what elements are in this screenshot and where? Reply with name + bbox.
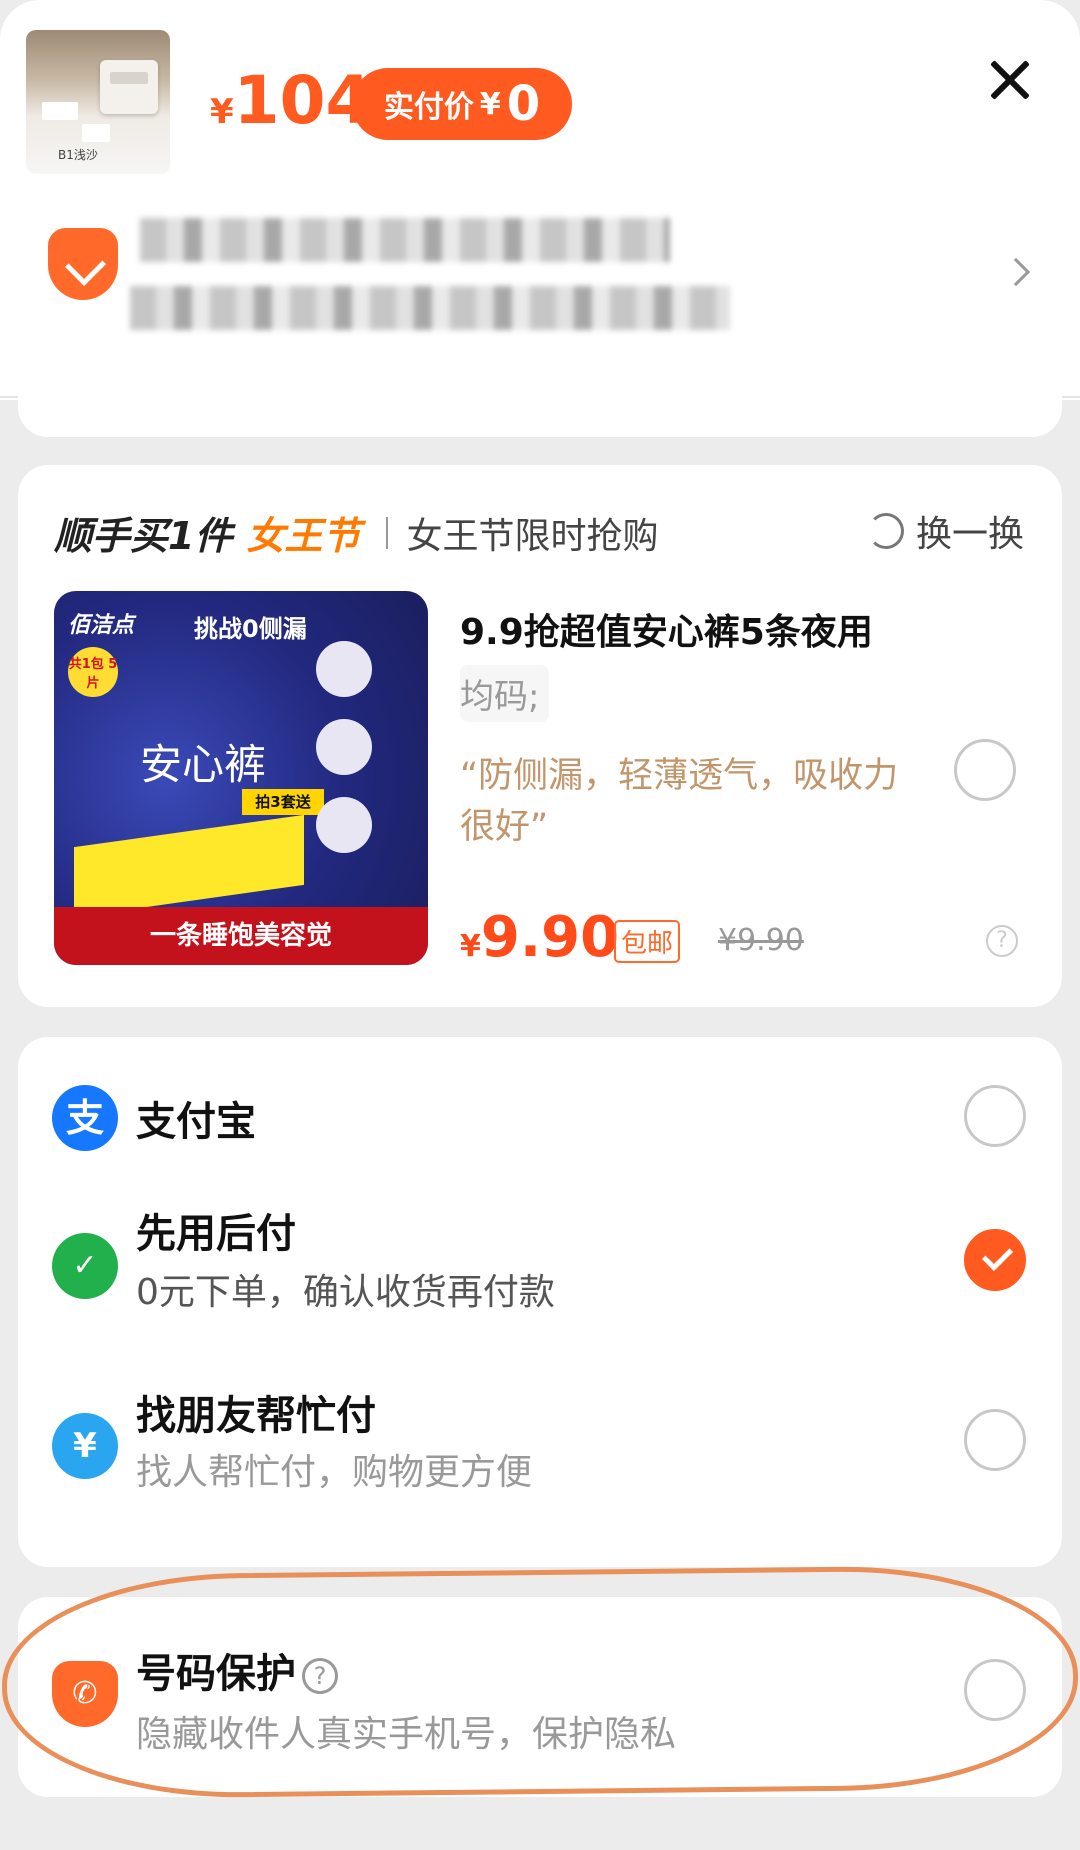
product-title[interactable]: 9.9抢超值安心裤5条夜用 xyxy=(460,603,873,655)
image-brand: 佰洁点 xyxy=(68,613,135,638)
free-shipping-badge: 包邮 xyxy=(614,920,681,963)
thumb-card xyxy=(42,102,78,120)
yuan-hand-icon: ¥ xyxy=(52,1413,118,1479)
price-currency: ¥ xyxy=(210,92,234,132)
product-price: ¥104 xyxy=(210,68,371,134)
printer-image xyxy=(100,60,158,114)
actual-pay-value: 0 xyxy=(506,76,541,132)
image-headline: 挑战0侧漏 xyxy=(194,615,307,643)
product-image[interactable]: 佰洁点 挑战0侧漏 共1包 5片 安心裤 拍3套送 一条睡饱美容觉 xyxy=(54,591,428,965)
thumb-label: B1浅沙 xyxy=(58,148,98,162)
image-product-name: 安心裤 xyxy=(140,740,267,789)
product-spec[interactable]: 均码; xyxy=(460,665,550,722)
upsell-header: 顺手买1件 女王节 女王节限时抢购 xyxy=(54,505,658,560)
upsell-select-radio[interactable] xyxy=(954,739,1016,801)
upsell-price-value: 9.90 xyxy=(480,905,620,970)
product-review: “防侧漏，轻薄透气，吸收力很好” xyxy=(460,756,899,847)
collapsed-section xyxy=(18,395,1062,437)
actual-pay-label: 实付价 xyxy=(383,90,474,125)
close-icon[interactable] xyxy=(985,55,1035,105)
chevron-right-icon[interactable] xyxy=(1001,257,1031,287)
help-icon[interactable]: ? xyxy=(986,925,1018,957)
payment-radio-alipay[interactable] xyxy=(964,1085,1026,1147)
image-bottom-band: 一条睡饱美容觉 xyxy=(54,907,428,965)
redacted-text xyxy=(140,218,670,262)
feature-bubble xyxy=(316,719,372,775)
payment-option-title: 支付宝 xyxy=(136,1099,256,1145)
redacted-text xyxy=(130,286,730,330)
divider xyxy=(386,516,389,549)
upsell-title: 顺手买1件 xyxy=(54,514,233,558)
price-value: 104 xyxy=(233,62,372,139)
product-thumbnail[interactable]: B1浅沙 xyxy=(26,30,170,174)
payment-radio-friend-pay[interactable] xyxy=(964,1409,1026,1471)
upsell-subtitle: 女王节限时抢购 xyxy=(406,515,659,557)
payment-option-subtitle: 找人帮忙付，购物更方便 xyxy=(136,1452,533,1493)
original-price: ¥9.90 xyxy=(718,923,804,958)
annotation-circle xyxy=(0,1564,1080,1800)
payment-option-subtitle: 0元下单，确认收货再付款 xyxy=(136,1272,555,1313)
swap-button[interactable]: 换一换 xyxy=(867,505,1024,557)
alipay-icon: 支 xyxy=(52,1085,118,1151)
actual-pay-badge: 实付价 ¥ 0 xyxy=(352,68,572,140)
swap-label: 换一换 xyxy=(915,514,1024,555)
festival-label: 女王节 xyxy=(246,514,361,558)
feature-bubble xyxy=(316,641,372,697)
upsell-price-currency: ¥ xyxy=(460,929,481,964)
upsell-card: 顺手买1件 女王节 女王节限时抢购 换一换 佰洁点 挑战0侧漏 共1包 5片 安… xyxy=(18,465,1062,1007)
feature-bubble xyxy=(316,797,372,853)
payment-methods-card: 支 支付宝 ✓ 先用后付 0元下单，确认收货再付款 ¥ 找朋友帮忙付 找人帮忙付… xyxy=(18,1037,1062,1567)
order-sheet-header: B1浅沙 ¥104 实付价 ¥ 0 xyxy=(0,0,1080,400)
refresh-icon xyxy=(867,513,904,549)
bag-check-icon: ✓ xyxy=(52,1233,118,1299)
payment-radio-pay-later[interactable] xyxy=(964,1229,1026,1291)
image-tag: 拍3套送 xyxy=(242,789,324,815)
shield-icon xyxy=(48,228,118,300)
package-graphic xyxy=(74,814,304,918)
actual-pay-currency: ¥ xyxy=(479,86,501,122)
payment-option-title: 先用后付 xyxy=(136,1211,296,1257)
thumb-card xyxy=(82,124,110,142)
payment-option-title: 找朋友帮忙付 xyxy=(136,1393,376,1439)
image-badge: 共1包 5片 xyxy=(68,647,118,697)
upsell-price: ¥9.90 xyxy=(460,905,619,970)
